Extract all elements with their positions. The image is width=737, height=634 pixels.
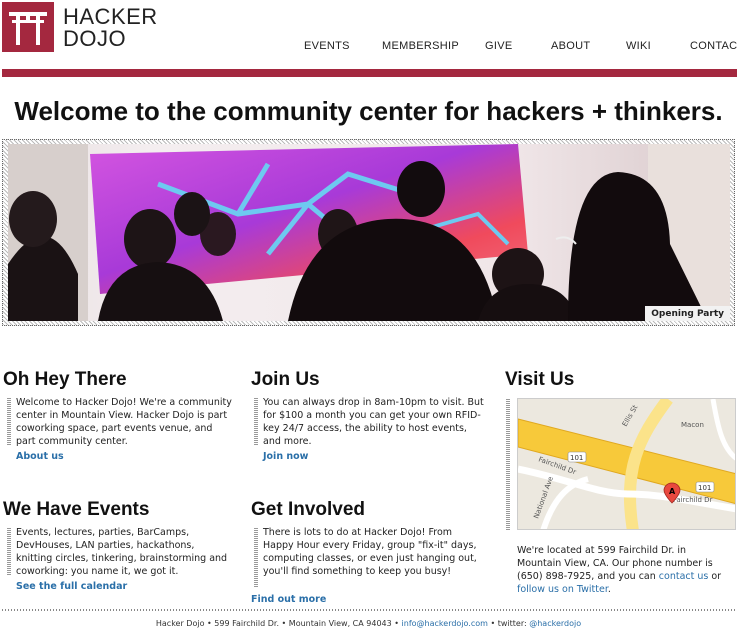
page-headline: Welcome to the community center for hack… [14, 96, 723, 126]
map-label: 101 [698, 484, 711, 492]
nav-membership[interactable]: MEMBERSHIP [382, 40, 459, 52]
hero-photo: Opening Party [8, 144, 730, 321]
section-body-events: Events, lectures, parties, BarCamps, Dev… [7, 526, 232, 577]
footer-twitter-link[interactable]: @hackerdojo [529, 619, 581, 628]
section-title-events: We Have Events [3, 499, 150, 520]
footer-email-link[interactable]: info@hackerdojo.com [402, 619, 488, 628]
location-map-image: 101 101 Ellis St Fairchild Dr Fairchild … [518, 399, 735, 529]
nav-give[interactable]: GIVE [485, 40, 513, 52]
follow-twitter-link[interactable]: follow us on Twitter [517, 584, 608, 595]
visit-info: We're located at 599 Fairchild Dr. in Mo… [517, 544, 732, 596]
section-title-hey: Oh Hey There [3, 369, 127, 390]
footer-divider [2, 609, 737, 611]
nav-about[interactable]: ABOUT [551, 40, 590, 52]
section-body-hey: Welcome to Hacker Dojo! We're a communit… [7, 396, 232, 447]
logo-wordmark[interactable]: HACKER DOJO [63, 6, 158, 50]
footer-address: Hacker Dojo • 599 Fairchild Dr. • Mounta… [155, 619, 402, 628]
hero-photo-image [8, 144, 730, 321]
nav-events[interactable]: EVENTS [304, 40, 350, 52]
nav-wiki[interactable]: WIKI [626, 40, 651, 52]
contact-us-link[interactable]: contact us [659, 571, 709, 582]
map-label: Fairchild Dr [673, 496, 713, 504]
hero-caption: Opening Party [645, 306, 730, 321]
section-title-visit: Visit Us [505, 369, 575, 390]
join-now-link[interactable]: Join now [263, 451, 308, 462]
full-calendar-link[interactable]: See the full calendar [16, 581, 127, 592]
section-title-involved: Get Involved [251, 499, 366, 520]
nav-contact[interactable]: CONTACT [690, 40, 737, 52]
find-out-more-link[interactable]: Find out more [251, 594, 326, 605]
logo-line-1: HACKER [63, 4, 158, 29]
about-us-link[interactable]: About us [16, 451, 64, 462]
section-body-involved: There is lots to do at Hacker Dojo! From… [254, 526, 484, 588]
section-body-join: You can always drop in 8am-10pm to visit… [254, 396, 484, 447]
map-marker-label: A [669, 487, 676, 496]
torii-gate-icon[interactable] [2, 2, 54, 52]
visit-rule [506, 398, 510, 530]
location-map[interactable]: 101 101 Ellis St Fairchild Dr Fairchild … [517, 398, 736, 530]
footer: Hacker Dojo • 599 Fairchild Dr. • Mounta… [0, 619, 737, 628]
footer-twitter-label: • twitter: [487, 619, 530, 628]
visit-text: . [607, 584, 611, 595]
visit-text: or [708, 571, 722, 582]
map-label: 101 [570, 454, 583, 462]
header-divider [2, 69, 737, 77]
logo-line-2: DOJO [63, 26, 127, 51]
map-label: Macon [681, 421, 704, 429]
section-title-join: Join Us [251, 369, 320, 390]
